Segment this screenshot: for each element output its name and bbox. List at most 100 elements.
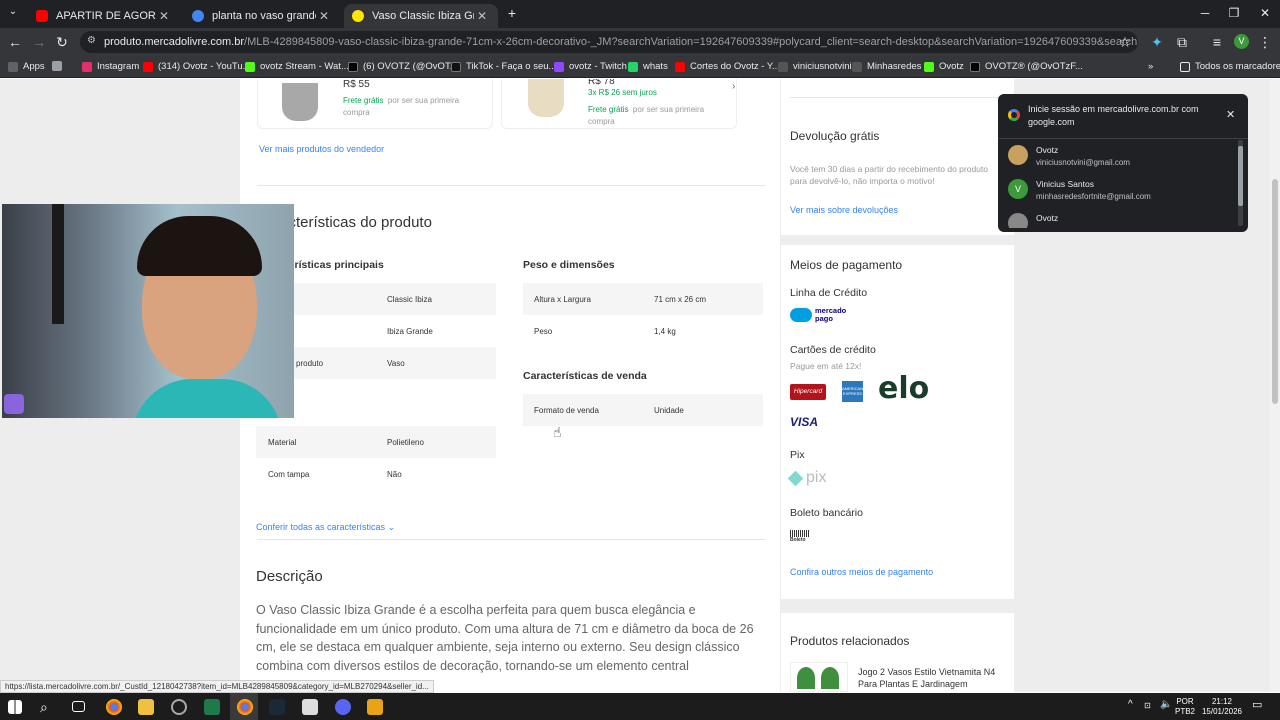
chrome-active-icon[interactable] (237, 699, 253, 715)
tab-search-icon[interactable]: ⌄ (4, 6, 22, 17)
bookmark-label: ovotz Stream - Wat... (260, 61, 349, 72)
close-icon[interactable]: ✕ (1226, 108, 1235, 121)
tab-title: APARTIR DE AGORA ESSE BAILE (56, 10, 156, 22)
back-icon[interactable]: ← (6, 34, 24, 50)
scroll-thumb[interactable] (1238, 146, 1243, 206)
tab-youtube[interactable]: APARTIR DE AGORA ESSE BAILE ✕ (28, 4, 180, 28)
bookmark-youtube[interactable]: (314) Ovotz - YouTu... (143, 61, 251, 72)
row-value: 71 cm x 26 cm (654, 295, 707, 304)
menu-icon[interactable]: ⋮ (1256, 34, 1274, 51)
scroll-thumb[interactable] (1272, 179, 1278, 404)
windows-start-icon[interactable] (8, 700, 22, 714)
restore-icon[interactable]: ❐ (1219, 6, 1249, 20)
bookmark-instagram[interactable]: Instagram (82, 61, 139, 72)
elo-logo: elo (878, 371, 930, 406)
network-icon[interactable]: ⊡ (1144, 701, 1151, 711)
extensions-puzzle-icon[interactable]: ⧉ (1173, 34, 1191, 51)
returns-link[interactable]: Ver mais sobre devoluções (790, 205, 898, 215)
bookmark-kick[interactable]: ovotz Stream - Wat... (245, 61, 349, 72)
bookmarks-bar: Apps Instagram (314) Ovotz - YouTu... ov… (0, 56, 1280, 78)
bookmark-ovotz[interactable]: Ovotz (924, 61, 964, 72)
url-host: produto.mercadolivre.com.br (104, 36, 245, 48)
bookmark-apps[interactable]: Apps (8, 61, 45, 72)
account-item[interactable]: Ovotz viniciusnotvini@gmail.com (1008, 145, 1130, 167)
close-icon[interactable]: ✕ (474, 9, 490, 23)
account-item[interactable]: V Vinicius Santos minhasredesfortnite@gma… (1008, 179, 1151, 201)
file-explorer-icon[interactable] (138, 699, 154, 715)
discord-icon[interactable] (335, 699, 351, 715)
more-seller-products-link[interactable]: Ver mais produtos do vendedor (259, 144, 384, 154)
chrome-icon[interactable] (106, 699, 122, 715)
clock[interactable]: 21:12 15/01/2026 (1200, 697, 1244, 717)
x-icon (348, 61, 358, 72)
bookmark-cortes[interactable]: Cortes do Ovotz - Y... (675, 61, 780, 72)
boleto-title: Boleto bancário (790, 507, 863, 519)
url-input[interactable]: ⚙ produto.mercadolivre.com.br/MLB-428984… (80, 31, 1138, 53)
new-tab-icon[interactable]: + (503, 5, 521, 21)
minimize-icon[interactable]: ─ (1190, 6, 1220, 20)
tab-mercadolivre[interactable]: Vaso Classic Ibiza Grande 71cm ✕ (344, 4, 498, 28)
related-product-title[interactable]: Jogo 2 Vasos Estilo Vietnamita N4 Para P… (858, 666, 1008, 690)
grid-icon (52, 61, 62, 71)
forward-icon[interactable]: → (30, 34, 48, 50)
account-item[interactable]: Ovotz (1008, 213, 1058, 228)
tab-google[interactable]: planta no vaso grande - Pesqu ✕ (184, 4, 340, 28)
row-label: Peso (534, 327, 553, 336)
bookmark-label: Apps (23, 61, 45, 72)
boleto-text: Boleto (790, 537, 806, 543)
card-gap (780, 599, 1014, 613)
bookmark-tiktok[interactable]: TikTok - Faça o seu... (451, 61, 556, 72)
bookmark-x[interactable]: (6) OVOTZ (@OvOT... (348, 61, 458, 72)
notifications-icon[interactable]: ▭ (1252, 700, 1262, 711)
popup-scrollbar[interactable] (1238, 140, 1243, 226)
bookmark-viniciusnotvini[interactable]: viniciusnotvini (778, 61, 852, 72)
returns-title: Devolução grátis (790, 129, 880, 143)
see-all-characteristics-link[interactable]: Conferir todas as características ⌄ (256, 522, 395, 533)
seller-product-card[interactable]: R$ 78 3x R$ 26 sem juros Frete grátis po… (501, 79, 737, 129)
related-products-title: Produtos relacionados (790, 634, 910, 648)
payment-methods-link[interactable]: Confira outros meios de pagamento (790, 567, 933, 577)
chevron-right-icon[interactable]: › (732, 81, 735, 92)
language-indicator[interactable]: POR PTB2 (1175, 697, 1195, 717)
page-scrollbar[interactable] (1270, 79, 1280, 692)
bookmark-label: Ovotz (939, 61, 964, 72)
row-label: Com tampa (268, 470, 310, 479)
bookmark-minhasredes[interactable]: Minhasredes (852, 61, 921, 72)
media-icon[interactable]: ≡ (1208, 34, 1226, 50)
microphone-arm (52, 204, 64, 324)
close-icon[interactable]: ✕ (316, 9, 332, 23)
window-close-icon[interactable]: ✕ (1250, 6, 1280, 20)
reload-icon[interactable]: ↻ (53, 34, 71, 51)
steam-icon[interactable] (269, 699, 285, 715)
volume-icon[interactable]: 🔈 (1160, 700, 1172, 710)
site-info-icon[interactable]: ⚙ (87, 35, 96, 46)
close-icon[interactable]: ✕ (156, 9, 172, 23)
app-icon[interactable] (367, 699, 383, 715)
profile-avatar[interactable]: V (1234, 34, 1249, 49)
grid-icon[interactable] (52, 61, 67, 71)
related-product-image[interactable] (790, 662, 848, 692)
app-icon[interactable] (302, 699, 318, 715)
free-shipping: Frete grátis (588, 105, 629, 114)
extension-icon[interactable]: ✦ (1148, 34, 1166, 51)
seller-product-card[interactable]: R$ 55 Frete grátis por ser sua primeira … (257, 79, 493, 129)
cards-title: Cartões de crédito (790, 344, 876, 356)
clock-app-icon[interactable] (171, 699, 187, 715)
table-row: Formato de venda Unidade (523, 394, 763, 426)
bookmark-twitch[interactable]: ovotz - Twitch (554, 61, 627, 72)
bookmark-label: TikTok - Faça o seu... (466, 61, 557, 72)
tray-chevron-icon[interactable]: ^ (1128, 700, 1133, 710)
more-bookmarks-icon[interactable]: » (1148, 61, 1153, 72)
bookmark-whats[interactable]: whats (628, 61, 668, 72)
search-icon[interactable]: ⌕ (40, 699, 56, 715)
chevron-down-icon: ⌄ (387, 522, 396, 532)
task-view-icon[interactable] (72, 701, 85, 712)
bookmark-ovotzf[interactable]: OVOTZ® (@OvOTzF... (970, 61, 1083, 72)
all-bookmarks-folder[interactable]: Todos os marcadores (1180, 61, 1280, 72)
bookmark-star-icon[interactable]: ☆ (1116, 34, 1134, 51)
table-row: Com tampa Não (256, 458, 496, 490)
excel-icon[interactable] (204, 699, 220, 715)
bookmark-label: (6) OVOTZ (@OvOT... (363, 61, 458, 72)
product-price: R$ 55 (343, 79, 370, 90)
avatar (1008, 213, 1028, 228)
